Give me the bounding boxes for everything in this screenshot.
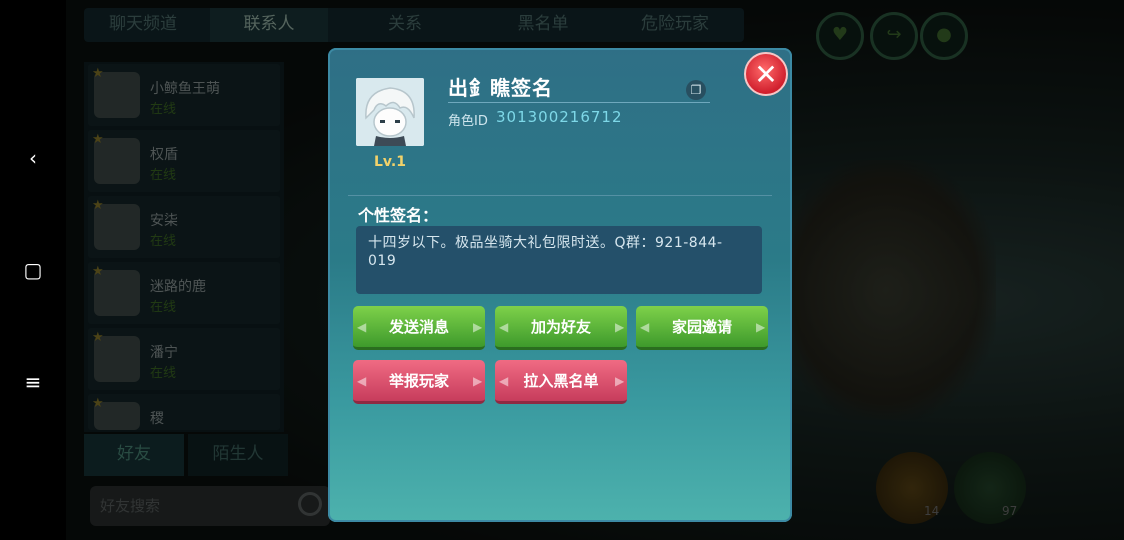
report-player-label: 举报玩家 [388, 372, 449, 390]
role-id-value: 301300216712 [496, 108, 623, 126]
player-avatar [356, 78, 424, 146]
menu-icon[interactable]: ≡ [22, 371, 44, 393]
name-divider [448, 102, 710, 103]
home-invite-button[interactable]: ◀ 家园邀请 ▶ [636, 306, 768, 350]
send-message-label: 发送消息 [388, 318, 449, 336]
home-invite-label: 家园邀请 [671, 318, 732, 336]
add-friend-label: 加为好友 [530, 318, 591, 336]
send-message-button[interactable]: ◀ 发送消息 ▶ [353, 306, 485, 350]
add-friend-button[interactable]: ◀ 加为好友 ▶ [495, 306, 627, 350]
blacklist-label: 拉入黑名单 [523, 372, 599, 390]
signature-text: 十四岁以下。极品坐骑大礼包限时送。Q群：921-844-019 [356, 226, 762, 294]
copy-icon[interactable]: ❐ [686, 80, 706, 100]
signature-title: 个性签名： [358, 206, 439, 225]
blacklist-button[interactable]: ◀ 拉入黑名单 ▶ [495, 360, 627, 404]
close-button[interactable]: ✕ [744, 52, 788, 96]
player-level: Lv.1 [374, 154, 406, 170]
player-name: 出釒瞧签名 [448, 76, 553, 100]
role-id-label: 角色ID [448, 114, 488, 129]
system-nav-bar: ‹ ▢ ≡ [0, 0, 66, 540]
home-icon[interactable]: ▢ [22, 259, 44, 281]
section-divider [348, 195, 772, 196]
report-player-button[interactable]: ◀ 举报玩家 ▶ [353, 360, 485, 404]
back-icon[interactable]: ‹ [22, 147, 44, 169]
